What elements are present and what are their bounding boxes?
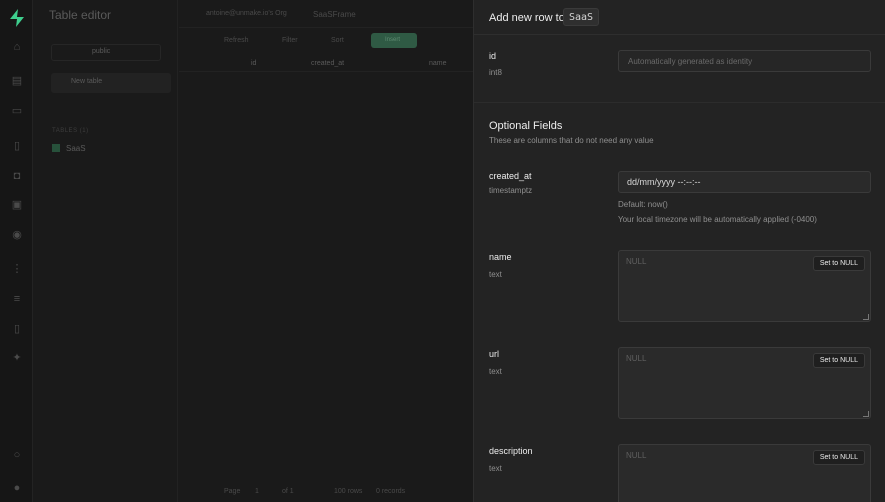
textarea-placeholder: NULL bbox=[626, 257, 647, 266]
table-icon bbox=[52, 144, 60, 152]
field-label-url: url bbox=[489, 349, 500, 359]
column-header[interactable]: created_at bbox=[311, 60, 344, 67]
app: ⌂ ▤ ▭ ▯ ◘ ▣ ◉ ⋮ ≡ ▯ ✦ ○ ● Table editor p… bbox=[0, 0, 885, 502]
panel-title: Add new row to bbox=[489, 12, 565, 24]
set-to-null-button[interactable]: Set to NULL bbox=[812, 256, 865, 271]
table-icon[interactable]: ▤ bbox=[10, 74, 24, 88]
url-textarea[interactable]: NULL Set to NULL bbox=[618, 347, 871, 419]
field-type-name: text bbox=[489, 270, 502, 279]
supabase-logo[interactable] bbox=[9, 9, 25, 27]
panel-header: Add new row to SaaS bbox=[474, 0, 885, 35]
grid-toolbar: Refresh Filter Sort Insert bbox=[179, 30, 473, 52]
project-breadcrumb[interactable]: SaaSFrame bbox=[313, 10, 356, 19]
settings-icon[interactable]: ✦ bbox=[10, 351, 24, 365]
table-item-label: SaaS bbox=[66, 144, 86, 153]
add-row-panel: Add new row to SaaS id int8 Automaticall… bbox=[473, 0, 885, 502]
resize-handle-icon[interactable] bbox=[863, 314, 869, 320]
description-textarea[interactable]: NULL Set to NULL bbox=[618, 444, 871, 502]
field-label-name: name bbox=[489, 252, 512, 262]
grid-footer: Page 1 of 1 100 rows 0 records bbox=[179, 484, 473, 502]
field-label-id: id bbox=[489, 51, 497, 61]
page-count: of 1 bbox=[282, 488, 294, 495]
tables-heading: TABLES (1) bbox=[52, 128, 89, 134]
database-icon[interactable]: ▯ bbox=[10, 139, 24, 153]
set-to-null-button[interactable]: Set to NULL bbox=[812, 353, 865, 368]
sort-button[interactable]: Sort bbox=[331, 37, 344, 44]
functions-icon[interactable]: ◉ bbox=[10, 228, 24, 242]
storage-icon[interactable]: ▣ bbox=[10, 198, 24, 212]
terminal-icon[interactable]: ▭ bbox=[10, 104, 24, 118]
field-label-description: description bbox=[489, 446, 533, 456]
column-header[interactable]: id bbox=[251, 60, 256, 67]
optional-fields-heading: Optional Fields bbox=[489, 120, 563, 132]
org-breadcrumb[interactable]: antoine@unmake.io's Org bbox=[206, 10, 287, 17]
resize-handle-icon[interactable] bbox=[863, 411, 869, 417]
column-header[interactable]: name bbox=[429, 60, 447, 67]
name-textarea[interactable]: NULL Set to NULL bbox=[618, 250, 871, 322]
created-at-datetime-input[interactable]: dd/mm/yyyy --:--:-- bbox=[618, 171, 871, 193]
filter-button[interactable]: Filter bbox=[282, 37, 298, 44]
docs-icon[interactable]: ▯ bbox=[10, 322, 24, 336]
grid-header: id created_at name bbox=[179, 55, 473, 72]
textarea-placeholder: NULL bbox=[626, 451, 647, 460]
new-table-button[interactable]: New table bbox=[51, 73, 171, 93]
home-icon[interactable]: ⌂ bbox=[10, 40, 24, 54]
nav-rail: ⌂ ▤ ▭ ▯ ◘ ▣ ◉ ⋮ ≡ ▯ ✦ ○ ● bbox=[0, 0, 33, 502]
divider bbox=[474, 102, 885, 103]
search-icon[interactable]: ○ bbox=[10, 448, 24, 462]
timezone-hint: Your local timezone will be automaticall… bbox=[618, 215, 817, 224]
schema-select[interactable]: public bbox=[51, 44, 161, 61]
field-type-created-at: timestamptz bbox=[489, 186, 533, 195]
page-label: Page bbox=[224, 488, 241, 495]
reports-icon[interactable]: ⋮ bbox=[10, 262, 24, 276]
insert-button[interactable]: Insert bbox=[371, 33, 417, 48]
table-name-chip: SaaS bbox=[563, 8, 600, 26]
optional-fields-subtitle: These are columns that do not need any v… bbox=[489, 136, 654, 145]
id-input[interactable]: Automatically generated as identity bbox=[618, 50, 871, 72]
table-editor-sidebar: Table editor public New table TABLES (1)… bbox=[33, 0, 178, 502]
table-editor-background: Table editor public New table TABLES (1)… bbox=[33, 0, 473, 502]
field-type-id: int8 bbox=[489, 68, 502, 77]
lock-icon[interactable]: ◘ bbox=[10, 169, 24, 183]
editor-title: Table editor bbox=[49, 8, 112, 22]
sidebar-item-saas[interactable]: SaaS bbox=[52, 144, 86, 153]
rows-select[interactable]: 100 rows bbox=[334, 488, 362, 495]
page-input[interactable]: 1 bbox=[255, 488, 259, 495]
list-icon[interactable]: ≡ bbox=[10, 292, 24, 306]
textarea-placeholder: NULL bbox=[626, 354, 647, 363]
refresh-button[interactable]: Refresh bbox=[224, 37, 249, 44]
field-type-url: text bbox=[489, 367, 502, 376]
default-value-hint: Default: now() bbox=[618, 200, 668, 209]
field-type-description: text bbox=[489, 464, 502, 473]
records-count: 0 records bbox=[376, 488, 406, 495]
top-bar: antoine@unmake.io's Org SaaSFrame bbox=[179, 0, 473, 28]
field-label-created-at: created_at bbox=[489, 171, 532, 181]
set-to-null-button[interactable]: Set to NULL bbox=[812, 450, 865, 465]
user-icon[interactable]: ● bbox=[10, 481, 24, 495]
